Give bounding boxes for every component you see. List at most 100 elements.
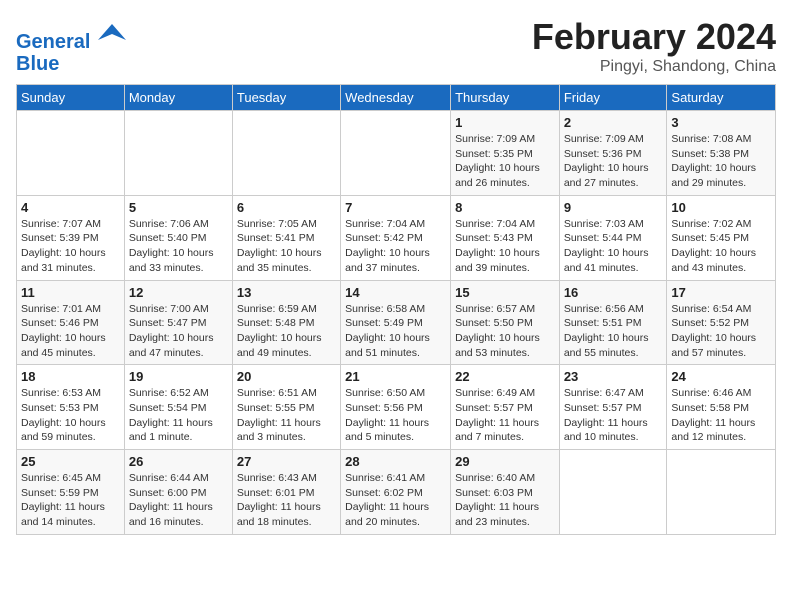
day-number: 15 (455, 285, 555, 300)
day-info: Sunrise: 7:07 AM Sunset: 5:39 PM Dayligh… (21, 217, 120, 276)
day-cell: 2 Sunrise: 7:09 AM Sunset: 5:36 PM Daylig… (559, 111, 667, 196)
day-cell: 22 Sunrise: 6:49 AM Sunset: 5:57 PM Dayli… (451, 365, 560, 450)
day-info: Sunrise: 6:57 AM Sunset: 5:50 PM Dayligh… (455, 302, 555, 361)
day-number: 27 (237, 454, 336, 469)
day-number: 1 (455, 115, 555, 130)
day-number: 22 (455, 369, 555, 384)
day-info: Sunrise: 6:45 AM Sunset: 5:59 PM Dayligh… (21, 471, 120, 530)
column-header-friday: Friday (559, 85, 667, 111)
logo: General Blue (16, 20, 126, 75)
day-number: 24 (671, 369, 771, 384)
day-cell: 20 Sunrise: 6:51 AM Sunset: 5:55 PM Dayli… (232, 365, 340, 450)
column-header-saturday: Saturday (667, 85, 776, 111)
day-number: 8 (455, 200, 555, 215)
day-number: 26 (129, 454, 228, 469)
day-cell: 21 Sunrise: 6:50 AM Sunset: 5:56 PM Dayli… (341, 365, 451, 450)
day-cell: 9 Sunrise: 7:03 AM Sunset: 5:44 PM Daylig… (559, 195, 667, 280)
day-info: Sunrise: 7:02 AM Sunset: 5:45 PM Dayligh… (671, 217, 771, 276)
day-info: Sunrise: 7:09 AM Sunset: 5:36 PM Dayligh… (564, 132, 663, 191)
week-row-4: 18Sunrise: 6:53 AM Sunset: 5:53 PM Dayli… (17, 365, 776, 450)
day-cell: 29Sunrise: 6:40 AM Sunset: 6:03 PM Dayli… (451, 450, 560, 535)
day-number: 11 (21, 285, 120, 300)
day-info: Sunrise: 7:05 AM Sunset: 5:41 PM Dayligh… (237, 217, 336, 276)
day-info: Sunrise: 6:49 AM Sunset: 5:57 PM Dayligh… (455, 386, 555, 445)
column-header-monday: Monday (124, 85, 232, 111)
day-number: 20 (237, 369, 336, 384)
logo-text: General (16, 20, 126, 53)
day-cell: 25Sunrise: 6:45 AM Sunset: 5:59 PM Dayli… (17, 450, 125, 535)
day-number: 19 (129, 369, 228, 384)
day-number: 28 (345, 454, 446, 469)
day-cell (232, 111, 340, 196)
day-cell (17, 111, 125, 196)
calendar-table: SundayMondayTuesdayWednesdayThursdayFrid… (16, 84, 776, 535)
calendar-header-row: SundayMondayTuesdayWednesdayThursdayFrid… (17, 85, 776, 111)
day-info: Sunrise: 6:56 AM Sunset: 5:51 PM Dayligh… (564, 302, 663, 361)
day-number: 17 (671, 285, 771, 300)
day-number: 23 (564, 369, 663, 384)
day-info: Sunrise: 6:41 AM Sunset: 6:02 PM Dayligh… (345, 471, 446, 530)
day-info: Sunrise: 6:47 AM Sunset: 5:57 PM Dayligh… (564, 386, 663, 445)
header: General Blue February 2024 Pingyi, Shand… (16, 16, 776, 76)
day-cell: 26 Sunrise: 6:44 AM Sunset: 6:00 PM Dayli… (124, 450, 232, 535)
day-info: Sunrise: 6:46 AM Sunset: 5:58 PM Dayligh… (671, 386, 771, 445)
day-cell: 27Sunrise: 6:43 AM Sunset: 6:01 PM Dayli… (232, 450, 340, 535)
day-info: Sunrise: 6:59 AM Sunset: 5:48 PM Dayligh… (237, 302, 336, 361)
day-info: Sunrise: 7:01 AM Sunset: 5:46 PM Dayligh… (21, 302, 120, 361)
day-info: Sunrise: 7:04 AM Sunset: 5:42 PM Dayligh… (345, 217, 446, 276)
day-number: 12 (129, 285, 228, 300)
day-cell: 5 Sunrise: 7:06 AM Sunset: 5:40 PM Daylig… (124, 195, 232, 280)
day-cell: 11 Sunrise: 7:01 AM Sunset: 5:46 PM Dayli… (17, 280, 125, 365)
day-info: Sunrise: 7:06 AM Sunset: 5:40 PM Dayligh… (129, 217, 228, 276)
column-header-sunday: Sunday (17, 85, 125, 111)
day-cell: 18Sunrise: 6:53 AM Sunset: 5:53 PM Dayli… (17, 365, 125, 450)
day-info: Sunrise: 6:51 AM Sunset: 5:55 PM Dayligh… (237, 386, 336, 445)
day-info: Sunrise: 7:03 AM Sunset: 5:44 PM Dayligh… (564, 217, 663, 276)
day-info: Sunrise: 6:44 AM Sunset: 6:00 PM Dayligh… (129, 471, 228, 530)
day-number: 5 (129, 200, 228, 215)
week-row-3: 11 Sunrise: 7:01 AM Sunset: 5:46 PM Dayli… (17, 280, 776, 365)
day-number: 7 (345, 200, 446, 215)
week-row-1: 1 Sunrise: 7:09 AM Sunset: 5:35 PM Daylig… (17, 111, 776, 196)
subtitle: Pingyi, Shandong, China (532, 58, 776, 76)
day-number: 21 (345, 369, 446, 384)
day-cell: 4 Sunrise: 7:07 AM Sunset: 5:39 PM Daylig… (17, 195, 125, 280)
day-cell: 3 Sunrise: 7:08 AM Sunset: 5:38 PM Daylig… (667, 111, 776, 196)
day-number: 10 (671, 200, 771, 215)
column-header-wednesday: Wednesday (341, 85, 451, 111)
day-cell: 15 Sunrise: 6:57 AM Sunset: 5:50 PM Dayli… (451, 280, 560, 365)
logo-bird-icon (98, 20, 126, 48)
day-number: 29 (455, 454, 555, 469)
day-info: Sunrise: 7:09 AM Sunset: 5:35 PM Dayligh… (455, 132, 555, 191)
title-area: February 2024 Pingyi, Shandong, China (532, 16, 776, 76)
week-row-2: 4 Sunrise: 7:07 AM Sunset: 5:39 PM Daylig… (17, 195, 776, 280)
day-info: Sunrise: 7:04 AM Sunset: 5:43 PM Dayligh… (455, 217, 555, 276)
day-cell: 19Sunrise: 6:52 AM Sunset: 5:54 PM Dayli… (124, 365, 232, 450)
day-cell: 6 Sunrise: 7:05 AM Sunset: 5:41 PM Daylig… (232, 195, 340, 280)
day-info: Sunrise: 7:00 AM Sunset: 5:47 PM Dayligh… (129, 302, 228, 361)
day-cell (341, 111, 451, 196)
day-number: 14 (345, 285, 446, 300)
day-number: 9 (564, 200, 663, 215)
day-number: 4 (21, 200, 120, 215)
day-number: 6 (237, 200, 336, 215)
day-cell: 24 Sunrise: 6:46 AM Sunset: 5:58 PM Dayli… (667, 365, 776, 450)
day-cell: 10 Sunrise: 7:02 AM Sunset: 5:45 PM Dayli… (667, 195, 776, 280)
day-cell (124, 111, 232, 196)
day-number: 2 (564, 115, 663, 130)
day-cell: 1 Sunrise: 7:09 AM Sunset: 5:35 PM Daylig… (451, 111, 560, 196)
day-cell: 28 Sunrise: 6:41 AM Sunset: 6:02 PM Dayli… (341, 450, 451, 535)
week-row-5: 25Sunrise: 6:45 AM Sunset: 5:59 PM Dayli… (17, 450, 776, 535)
day-cell: 14Sunrise: 6:58 AM Sunset: 5:49 PM Dayli… (341, 280, 451, 365)
day-number: 18 (21, 369, 120, 384)
day-cell: 8 Sunrise: 7:04 AM Sunset: 5:43 PM Daylig… (451, 195, 560, 280)
day-info: Sunrise: 7:08 AM Sunset: 5:38 PM Dayligh… (671, 132, 771, 191)
logo-line2: Blue (16, 53, 126, 75)
column-header-thursday: Thursday (451, 85, 560, 111)
day-info: Sunrise: 6:50 AM Sunset: 5:56 PM Dayligh… (345, 386, 446, 445)
day-info: Sunrise: 6:54 AM Sunset: 5:52 PM Dayligh… (671, 302, 771, 361)
day-cell (667, 450, 776, 535)
day-cell: 13Sunrise: 6:59 AM Sunset: 5:48 PM Dayli… (232, 280, 340, 365)
day-number: 3 (671, 115, 771, 130)
day-cell: 12 Sunrise: 7:00 AM Sunset: 5:47 PM Dayli… (124, 280, 232, 365)
